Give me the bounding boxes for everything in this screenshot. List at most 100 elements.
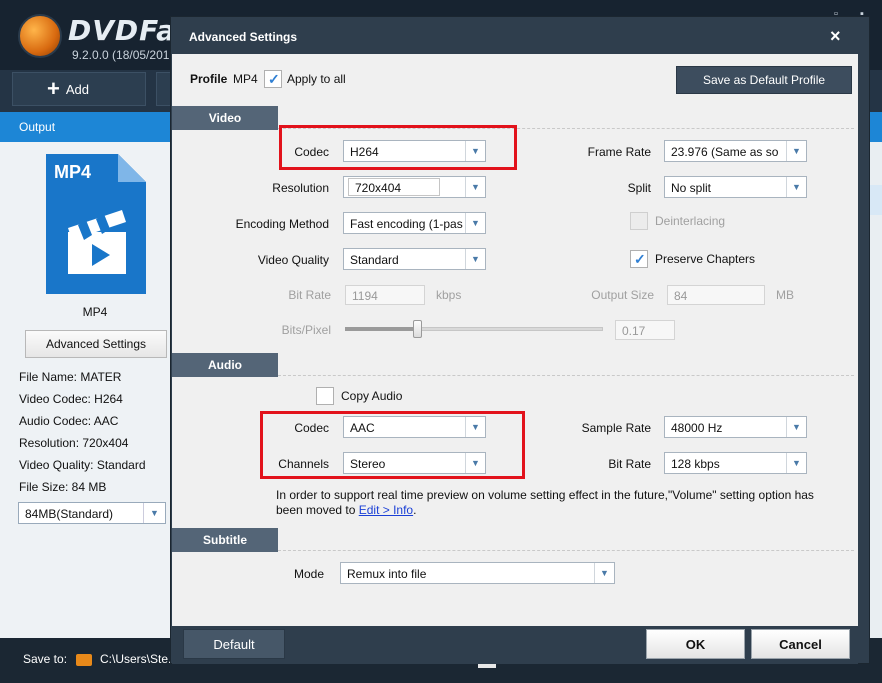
bit-rate-label: Bit Rate	[288, 288, 331, 302]
chevron-down-icon: ▼	[786, 177, 806, 197]
frame-rate-value: 23.976 (Same as so	[671, 145, 779, 159]
add-label: Add	[65, 81, 89, 97]
chevron-down-icon: ▼	[143, 503, 165, 523]
video-quality-value: Standard	[350, 253, 399, 267]
split-value: No split	[671, 181, 712, 195]
audio-bit-rate-value: 128 kbps	[671, 457, 720, 471]
audio-codec-select[interactable]: AAC ▼	[343, 416, 486, 438]
bits-pixel-input[interactable]: 0.17	[615, 320, 675, 340]
resolution-label: Resolution	[272, 181, 329, 195]
chevron-down-icon: ▼	[465, 453, 485, 473]
chevron-down-icon: ▼	[465, 177, 485, 197]
resolution-info: Resolution: 720x404	[19, 436, 129, 450]
bits-pixel-slider-fill	[345, 327, 418, 331]
chevron-down-icon: ▼	[786, 141, 806, 161]
mp4-icon-text: MP4	[54, 162, 91, 182]
encoding-method-select[interactable]: Fast encoding (1-pas ▼	[343, 212, 486, 234]
output-size-label: Output Size	[591, 288, 654, 302]
video-quality-label: Video Quality	[257, 253, 329, 267]
sample-rate-select[interactable]: 48000 Hz ▼	[664, 416, 807, 438]
video-codec-select[interactable]: H264 ▼	[343, 140, 486, 162]
chevron-down-icon: ▼	[786, 453, 806, 473]
channels-value: Stereo	[350, 457, 386, 471]
audio-bit-rate-label: Bit Rate	[608, 457, 651, 471]
video-codec-value: H264	[350, 145, 379, 159]
bit-rate-input[interactable]: 1194	[345, 285, 425, 305]
section-divider	[278, 550, 854, 551]
channels-select[interactable]: Stereo ▼	[343, 452, 486, 474]
ok-button[interactable]: OK	[646, 629, 745, 659]
frame-rate-label: Frame Rate	[587, 145, 651, 159]
resolution-value[interactable]: 720x404	[348, 178, 440, 196]
volume-note-text: In order to support real time preview on…	[276, 488, 814, 517]
section-divider	[278, 375, 854, 376]
subtitle-mode-select[interactable]: Remux into file ▼	[340, 562, 615, 584]
chevron-down-icon: ▼	[786, 417, 806, 437]
copy-audio-checkbox[interactable]	[316, 387, 334, 405]
profile-value: MP4	[233, 72, 258, 86]
close-icon[interactable]: ×	[830, 26, 841, 47]
apply-to-all-checkbox[interactable]: ✓	[264, 70, 282, 88]
encoding-method-value: Fast encoding (1-pas	[350, 217, 463, 231]
app-logo-icon	[18, 14, 62, 58]
edit-info-link[interactable]: Edit > Info	[359, 503, 413, 517]
file-size-info: File Size: 84 MB	[19, 480, 107, 494]
dialog-title: Advanced Settings	[189, 30, 298, 44]
bits-pixel-slider-thumb[interactable]	[413, 320, 423, 338]
subtitle-mode-value: Remux into file	[347, 567, 427, 581]
output-size-unit: MB	[776, 288, 794, 302]
size-select-value: 84MB(Standard)	[25, 507, 114, 521]
volume-note: In order to support real time preview on…	[276, 488, 816, 518]
chevron-down-icon: ▼	[594, 563, 614, 583]
audio-bit-rate-select[interactable]: 128 kbps ▼	[664, 452, 807, 474]
profile-label: Profile	[190, 72, 228, 86]
video-quality-info: Video Quality: Standard	[19, 458, 146, 472]
profile-name: MP4	[82, 305, 108, 319]
resolution-select[interactable]: 720x404 ▼	[343, 176, 486, 198]
preserve-chapters-label: Preserve Chapters	[655, 252, 756, 266]
checkmark-icon: ✓	[634, 251, 646, 267]
file-name-info: File Name: MATER	[19, 370, 122, 384]
save-to-label: Save to:	[23, 652, 68, 666]
cancel-button[interactable]: Cancel	[751, 629, 850, 659]
encoding-method-label: Encoding Method	[235, 217, 329, 231]
bit-rate-unit: kbps	[436, 288, 462, 302]
sample-rate-label: Sample Rate	[581, 421, 651, 435]
deinterlacing-label: Deinterlacing	[655, 214, 726, 228]
deinterlacing-checkbox[interactable]	[630, 212, 648, 230]
subtitle-section-tab: Subtitle	[172, 528, 278, 552]
output-size-input[interactable]: 84	[667, 285, 765, 305]
video-codec-info: Video Codec: H264	[19, 392, 123, 406]
folder-icon[interactable]	[76, 654, 92, 666]
apply-to-all-label: Apply to all	[287, 72, 346, 86]
preserve-chapters-checkbox[interactable]: ✓	[630, 250, 648, 268]
video-codec-label: Codec	[294, 145, 329, 159]
bits-pixel-label: Bits/Pixel	[281, 323, 331, 337]
plus-icon: +	[47, 76, 60, 101]
chevron-down-icon: ▼	[465, 141, 485, 161]
output-header: Output	[0, 112, 170, 142]
save-default-profile-button[interactable]: Save as Default Profile	[676, 66, 852, 94]
volume-note-end: .	[413, 503, 417, 517]
video-section-tab: Video	[172, 106, 278, 130]
mp4-file-icon[interactable]: MP4	[46, 154, 146, 294]
sample-rate-value: 48000 Hz	[671, 421, 723, 435]
size-select[interactable]: 84MB(Standard) ▼	[18, 502, 166, 524]
chevron-down-icon: ▼	[465, 213, 485, 233]
chevron-down-icon: ▼	[465, 249, 485, 269]
advanced-settings-button[interactable]: Advanced Settings	[25, 330, 167, 358]
chevron-down-icon: ▼	[465, 417, 485, 437]
audio-section-tab: Audio	[172, 353, 278, 377]
default-button[interactable]: Default	[183, 629, 285, 659]
frame-rate-select[interactable]: 23.976 (Same as so ▼	[664, 140, 807, 162]
mode-label: Mode	[293, 567, 324, 581]
split-label: Split	[627, 181, 651, 195]
audio-codec-info: Audio Codec: AAC	[19, 414, 119, 428]
audio-codec-value: AAC	[350, 421, 375, 435]
split-select[interactable]: No split ▼	[664, 176, 807, 198]
add-button[interactable]: + Add	[12, 72, 146, 106]
copy-audio-label: Copy Audio	[341, 389, 403, 403]
audio-codec-label: Codec	[294, 421, 329, 435]
video-quality-select[interactable]: Standard ▼	[343, 248, 486, 270]
checkmark-icon: ✓	[268, 71, 280, 87]
